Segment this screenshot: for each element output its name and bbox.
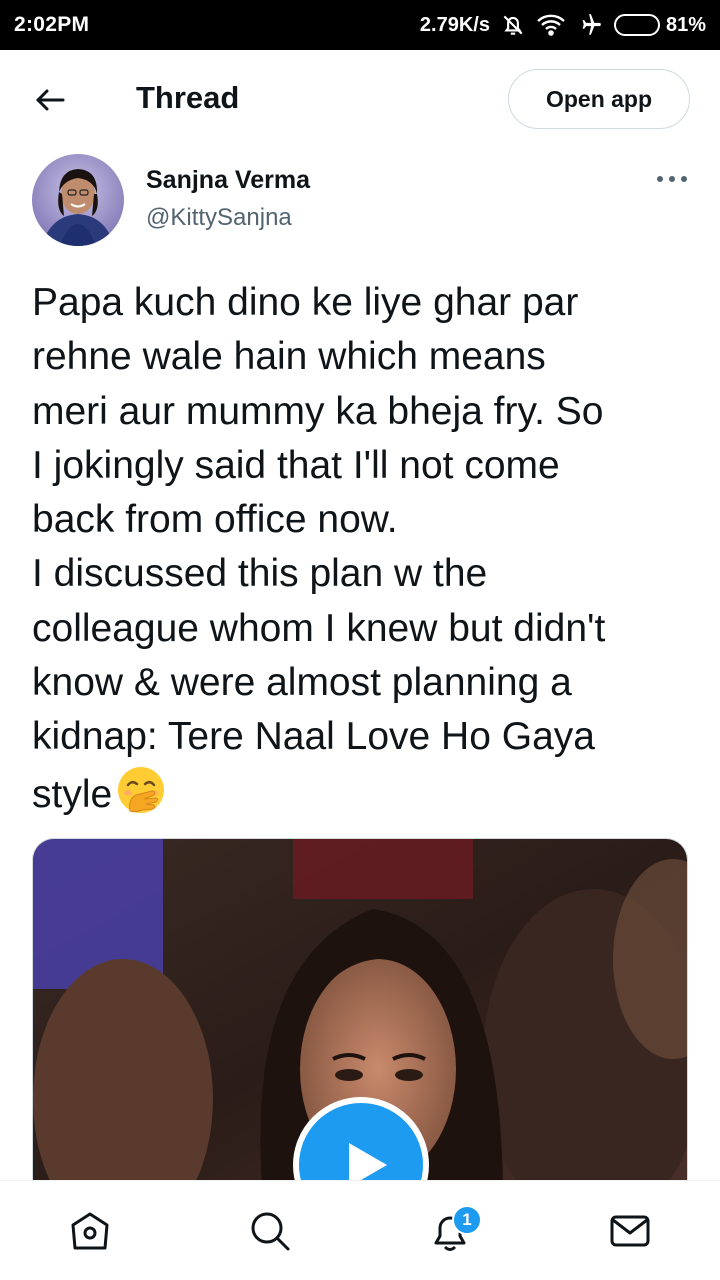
battery-icon: 81% <box>613 13 706 37</box>
bottom-nav: 1 <box>0 1180 720 1280</box>
home-icon <box>71 1212 109 1249</box>
mail-icon <box>610 1215 650 1246</box>
page-title: Thread <box>136 80 240 115</box>
avatar[interactable] <box>32 154 124 246</box>
status-time: 2:02PM <box>14 13 90 36</box>
tweet-text: Papa kuch dino ke liye ghar par rehne wa… <box>32 276 702 830</box>
notification-badge: 1 <box>452 1204 482 1235</box>
open-app-button[interactable]: Open app <box>508 69 690 129</box>
status-bar: 2:02PM 2.79K/s 81% <box>0 0 720 50</box>
nav-notifications[interactable]: 1 <box>420 1201 482 1261</box>
header: Thread Open app <box>0 50 720 148</box>
more-dots-icon <box>657 176 687 182</box>
tweet-body: Papa kuch dino ke liye ghar par rehne wa… <box>32 281 606 816</box>
nav-search[interactable] <box>240 1201 300 1261</box>
status-icons: 2.79K/s 81% <box>420 12 706 38</box>
face-with-hand-over-mouth-icon <box>116 765 166 830</box>
back-arrow-icon <box>36 89 65 111</box>
mute-bell-icon <box>500 12 526 38</box>
nav-messages[interactable] <box>600 1201 660 1261</box>
author-handle[interactable]: @KittySanjna <box>146 204 292 232</box>
airplane-icon <box>576 12 604 38</box>
more-button[interactable] <box>652 166 692 192</box>
wifi-icon <box>536 12 566 38</box>
back-button[interactable] <box>30 80 70 120</box>
network-speed: 2.79K/s <box>419 13 490 36</box>
search-icon <box>251 1212 290 1250</box>
nav-home[interactable] <box>60 1201 120 1261</box>
battery-percent: 81% <box>665 13 706 36</box>
author-name[interactable]: Sanjna Verma <box>146 166 310 195</box>
tweet-media-video[interactable] <box>32 838 688 1198</box>
